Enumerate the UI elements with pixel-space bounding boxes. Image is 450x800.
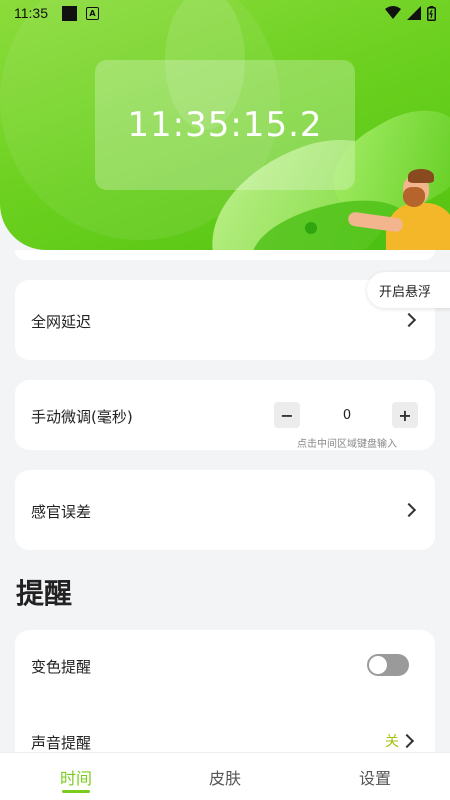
a-notification-icon: A xyxy=(86,6,99,20)
color-change-label: 变色提醒 xyxy=(31,658,92,676)
tab-skin[interactable]: 皮肤 xyxy=(195,765,255,789)
reminder-section-title: 提醒 xyxy=(16,577,73,610)
clock-time: 11:35:15.2 xyxy=(127,105,323,145)
reminder-card: 变色提醒 声音提醒 关 xyxy=(15,630,435,770)
sensory-error-card[interactable]: 感官误差 xyxy=(15,470,435,550)
sound-reminder-value[interactable]: 关 xyxy=(385,731,399,751)
decor-dot xyxy=(305,222,317,234)
signal-icon xyxy=(407,6,421,20)
battery-icon xyxy=(427,5,436,21)
card-edge xyxy=(15,250,435,260)
person-illustration xyxy=(347,165,450,250)
chevron-right-icon xyxy=(401,312,417,328)
adjust-hint: 点击中间区域键盘输入 xyxy=(297,439,397,450)
decrement-button[interactable]: − xyxy=(274,402,300,428)
status-bar: 11:35 A xyxy=(0,0,450,26)
manual-adjust-label: 手动微调(毫秒) xyxy=(31,408,133,426)
color-change-toggle[interactable] xyxy=(367,654,409,676)
status-time: 11:35 xyxy=(14,5,48,21)
enable-float-button[interactable]: 开启悬浮 xyxy=(367,272,450,308)
chevron-right-icon[interactable] xyxy=(399,733,415,749)
toggle-knob xyxy=(369,656,387,674)
square-notification-icon xyxy=(62,5,77,21)
increment-button[interactable]: + xyxy=(392,402,418,428)
bottom-nav: 时间 皮肤 设置 xyxy=(0,752,450,800)
manual-adjust-card: 手动微调(毫秒) − 0 + 点击中间区域键盘输入 xyxy=(15,380,435,450)
adjust-value-input[interactable]: 0 xyxy=(337,408,357,423)
sensory-error-label: 感官误差 xyxy=(31,503,92,521)
active-tab-indicator xyxy=(62,790,90,793)
tab-settings[interactable]: 设置 xyxy=(345,765,405,789)
wifi-icon xyxy=(385,6,401,19)
network-delay-label: 全网延迟 xyxy=(31,313,92,331)
clock-display[interactable]: 11:35:15.2 xyxy=(95,60,355,190)
tab-time[interactable]: 时间 xyxy=(46,765,106,789)
chevron-right-icon xyxy=(401,502,417,518)
sound-reminder-label: 声音提醒 xyxy=(31,734,92,752)
